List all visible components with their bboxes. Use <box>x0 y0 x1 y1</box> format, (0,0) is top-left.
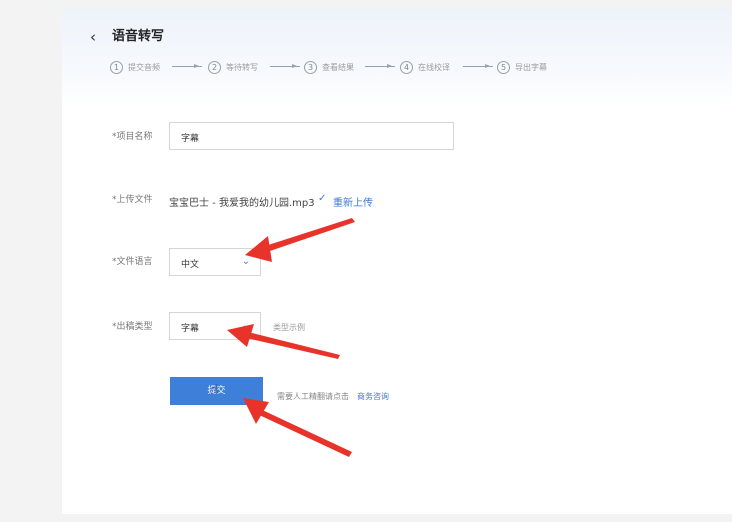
file-language-value: 中文 <box>181 260 200 270</box>
step-2: 2 等待转写 <box>208 59 258 75</box>
uploaded-file-name: 宝宝巴士 - 我爱我的幼儿园.mp3 <box>169 198 315 209</box>
back-icon[interactable]: ‹ <box>90 28 96 46</box>
step-label: 在线校译 <box>418 62 450 72</box>
step-5: 5 导出字幕 <box>497 59 547 75</box>
header-band <box>62 8 732 108</box>
output-type-value: 字幕 <box>181 324 200 334</box>
step-label: 等待转写 <box>226 62 258 72</box>
step-number: 2 <box>208 60 221 74</box>
step-connector <box>172 64 202 68</box>
type-example-link[interactable]: 类型示例 <box>273 322 305 333</box>
chevron-down-icon: ⌄ <box>241 320 250 331</box>
step-label: 提交音频 <box>128 62 160 72</box>
upload-file-label: *上传文件 <box>112 195 153 205</box>
project-name-input[interactable]: 字幕 <box>169 122 454 150</box>
step-connector <box>463 64 493 68</box>
step-number: 3 <box>304 60 317 74</box>
file-language-select[interactable]: 中文 ⌄ <box>169 248 261 276</box>
chevron-down-icon: ⌄ <box>241 256 250 267</box>
step-connector <box>365 64 395 68</box>
step-connector <box>270 64 300 68</box>
step-1: 1 提交音频 <box>110 59 160 75</box>
step-number: 5 <box>497 60 510 74</box>
manual-translation-hint: 需要人工精翻请点击 <box>277 392 349 401</box>
step-label: 导出字幕 <box>515 62 547 72</box>
output-type-label: *出稿类型 <box>112 322 153 332</box>
main-panel: ‹ 语音转写 1 提交音频 2 等待转写 3 查看结果 4 在线校译 5 导出字… <box>62 8 732 514</box>
step-number: 1 <box>110 60 123 74</box>
check-icon: ✓ <box>318 193 327 204</box>
page-title: 语音转写 <box>112 29 165 44</box>
hand-cursor-icon: ☝ <box>210 382 219 398</box>
step-3: 3 查看结果 <box>304 59 354 75</box>
project-name-value: 字幕 <box>181 134 200 144</box>
step-number: 4 <box>400 60 413 74</box>
file-language-label: *文件语言 <box>112 257 153 267</box>
business-consult-link[interactable]: 商务咨询 <box>357 391 389 402</box>
reupload-link[interactable]: 重新上传 <box>333 194 373 209</box>
output-type-select[interactable]: 字幕 ⌄ <box>169 312 261 340</box>
step-label: 查看结果 <box>322 62 354 72</box>
project-name-label: *项目名称 <box>112 132 153 142</box>
step-4: 4 在线校译 <box>400 59 450 75</box>
